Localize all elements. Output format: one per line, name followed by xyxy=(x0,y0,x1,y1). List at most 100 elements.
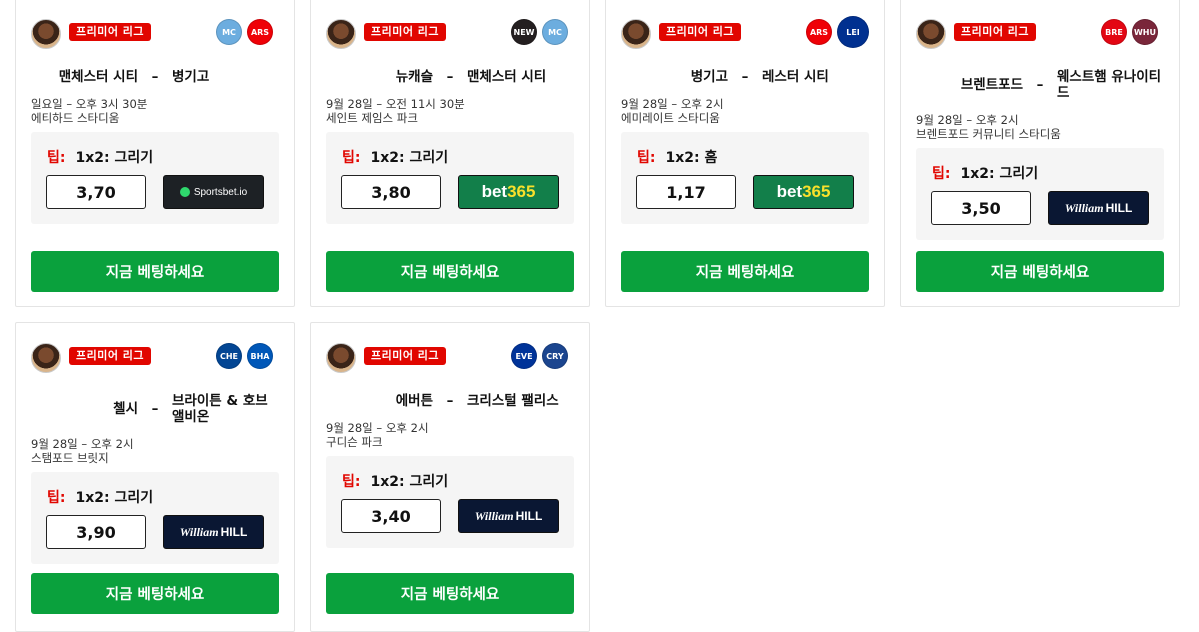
arsenal-crest-icon: ARS xyxy=(247,19,273,45)
sportsbet-icon xyxy=(179,187,190,197)
team-separator: – xyxy=(1036,77,1044,93)
arsenal-crest-icon: ARS xyxy=(806,19,832,45)
home-team: 에버튼 xyxy=(395,393,433,409)
brighton-crest-icon: BHA xyxy=(247,343,273,369)
tip-line: 팁: 1x2: 홈 xyxy=(637,147,717,167)
bookmaker-logo-bet365[interactable]: bet 365 xyxy=(753,175,854,209)
match-teams: 병기고 – 레스터 시티 xyxy=(621,69,869,85)
brentford-crest-icon: BRE xyxy=(1101,19,1127,45)
tip-label: 팁: xyxy=(342,150,361,166)
match-venue: 에미레이트 스타디움 xyxy=(621,111,720,125)
odds-value[interactable]: 3,90 xyxy=(46,515,146,549)
bet-now-button[interactable]: 지금 베팅하세요 xyxy=(31,573,279,614)
tip-box: 팁: 1x2: 그리기 3,70 Sportsbet.io xyxy=(31,132,279,224)
tip-label: 팁: xyxy=(47,490,66,506)
tip-box: 팁: 1x2: 그리기 3,90 William HILL xyxy=(31,472,279,564)
crystal-palace-crest-icon: CRY xyxy=(542,343,568,369)
tip-value: 1x2: 그리기 xyxy=(75,490,154,506)
tip-value: 1x2: 그리기 xyxy=(75,150,154,166)
match-venue: 브렌트포드 커뮤니티 스타디움 xyxy=(916,127,1061,141)
tipster-avatar xyxy=(31,19,61,49)
league-badge: 프리미어 리그 xyxy=(69,23,152,41)
chelsea-crest-icon: CHE xyxy=(216,343,242,369)
bookmaker-logo-william-hill[interactable]: William HILL xyxy=(1048,191,1149,225)
away-team: 병기고 xyxy=(172,69,210,85)
match-info: 9월 28일 – 오후 2시 에미레이트 스타디움 xyxy=(621,97,724,125)
bookmaker-logo-sportsbet[interactable]: Sportsbet.io xyxy=(163,175,264,209)
tip-line: 팁: 1x2: 그리기 xyxy=(47,147,153,167)
team-separator: – xyxy=(446,69,454,85)
tip-line: 팁: 1x2: 그리기 xyxy=(932,163,1038,183)
match-teams: 맨체스터 시티 – 병기고 xyxy=(31,69,279,85)
newcastle-crest-icon: NEW xyxy=(511,19,537,45)
odds-value[interactable]: 3,80 xyxy=(341,175,441,209)
match-card: 프리미어 리그 NEW MC 뉴캐슬 – 맨체스터 시티 9월 28일 – 오전… xyxy=(310,0,590,307)
man-city-crest-icon: MC xyxy=(542,19,568,45)
bet-now-button[interactable]: 지금 베팅하세요 xyxy=(916,251,1164,292)
match-card: 프리미어 리그 CHE BHA 첼시 – 브라이튼 & 호브 앨비온 9월 28… xyxy=(15,322,295,632)
tipster-avatar xyxy=(326,343,356,373)
tip-value: 1x2: 그리기 xyxy=(960,166,1039,182)
odds-value[interactable]: 1,17 xyxy=(636,175,736,209)
away-team: 브라이튼 & 호브 앨비온 xyxy=(172,393,268,425)
bookmaker-logo-william-hill[interactable]: William HILL xyxy=(163,515,264,549)
match-info: 9월 28일 – 오전 11시 30분 세인트 제임스 파크 xyxy=(326,97,465,125)
tipster-avatar xyxy=(31,343,61,373)
league-badge: 프리미어 리그 xyxy=(954,23,1037,41)
away-team: 레스터 시티 xyxy=(762,69,829,85)
match-card: 프리미어 리그 ARS LEI 병기고 – 레스터 시티 9월 28일 – 오후… xyxy=(605,0,885,307)
match-card: 프리미어 리그 EVE CRY 에버튼 – 크리스털 팰리스 9월 28일 – … xyxy=(310,322,590,632)
match-cards-grid: 프리미어 리그 MC ARS 맨체스터 시티 – 병기고 일요일 – 오후 3시… xyxy=(0,0,1199,632)
away-team: 맨체스터 시티 xyxy=(467,69,547,85)
odds-value[interactable]: 3,40 xyxy=(341,499,441,533)
tip-line: 팁: 1x2: 그리기 xyxy=(342,471,448,491)
man-city-crest-icon: MC xyxy=(216,19,242,45)
match-venue: 에티하드 스타디움 xyxy=(31,111,120,125)
match-info: 9월 28일 – 오후 2시 구디슨 파크 xyxy=(326,421,429,449)
tip-value: 1x2: 그리기 xyxy=(370,150,449,166)
bet-now-button[interactable]: 지금 베팅하세요 xyxy=(31,251,279,292)
match-info: 9월 28일 – 오후 2시 브렌트포드 커뮤니티 스타디움 xyxy=(916,113,1061,141)
tip-label: 팁: xyxy=(342,474,361,490)
west-ham-crest-icon: WHU xyxy=(1132,19,1158,45)
tip-label: 팁: xyxy=(932,166,951,182)
home-team: 뉴캐슬 xyxy=(395,69,433,85)
bet-now-button[interactable]: 지금 베팅하세요 xyxy=(326,251,574,292)
match-date: 9월 28일 – 오후 2시 xyxy=(621,97,724,111)
match-date: 9월 28일 – 오후 2시 xyxy=(326,421,429,435)
match-info: 9월 28일 – 오후 2시 스탬포드 브릿지 xyxy=(31,437,134,465)
tip-value: 1x2: 그리기 xyxy=(370,474,449,490)
match-venue: 스탬포드 브릿지 xyxy=(31,451,109,465)
home-team: 맨체스터 시티 xyxy=(58,69,138,85)
bet-now-button[interactable]: 지금 베팅하세요 xyxy=(621,251,869,292)
match-card: 프리미어 리그 BRE WHU 브렌트포드 – 웨스트햄 유나이티드 9월 28… xyxy=(900,0,1180,307)
tip-line: 팁: 1x2: 그리기 xyxy=(342,147,448,167)
team-separator: – xyxy=(151,401,159,417)
match-date: 9월 28일 – 오전 11시 30분 xyxy=(326,97,465,111)
match-venue: 세인트 제임스 파크 xyxy=(326,111,418,125)
tipster-avatar xyxy=(326,19,356,49)
league-badge: 프리미어 리그 xyxy=(659,23,742,41)
match-teams: 브렌트포드 – 웨스트햄 유나이티드 xyxy=(916,69,1164,101)
tip-box: 팁: 1x2: 그리기 3,40 William HILL xyxy=(326,456,574,548)
tip-box: 팁: 1x2: 그리기 3,50 William HILL xyxy=(916,148,1164,240)
team-separator: – xyxy=(741,69,749,85)
tip-line: 팁: 1x2: 그리기 xyxy=(47,487,153,507)
match-date: 일요일 – 오후 3시 30분 xyxy=(31,97,148,111)
bet-now-button[interactable]: 지금 베팅하세요 xyxy=(326,573,574,614)
tip-box: 팁: 1x2: 그리기 3,80 bet 365 xyxy=(326,132,574,224)
away-team: 크리스털 팰리스 xyxy=(467,393,559,409)
league-badge: 프리미어 리그 xyxy=(364,23,447,41)
leicester-crest-icon: LEI xyxy=(837,16,869,48)
home-team: 브렌트포드 xyxy=(960,77,1023,93)
odds-value[interactable]: 3,50 xyxy=(931,191,1031,225)
tipster-avatar xyxy=(916,19,946,49)
away-team: 웨스트햄 유나이티드 xyxy=(1057,69,1162,101)
bookmaker-logo-william-hill[interactable]: William HILL xyxy=(458,499,559,533)
odds-value[interactable]: 3,70 xyxy=(46,175,146,209)
match-card: 프리미어 리그 MC ARS 맨체스터 시티 – 병기고 일요일 – 오후 3시… xyxy=(15,0,295,307)
match-venue: 구디슨 파크 xyxy=(326,435,383,449)
match-teams: 에버튼 – 크리스털 팰리스 xyxy=(326,393,574,409)
team-separator: – xyxy=(446,393,454,409)
bookmaker-logo-bet365[interactable]: bet 365 xyxy=(458,175,559,209)
